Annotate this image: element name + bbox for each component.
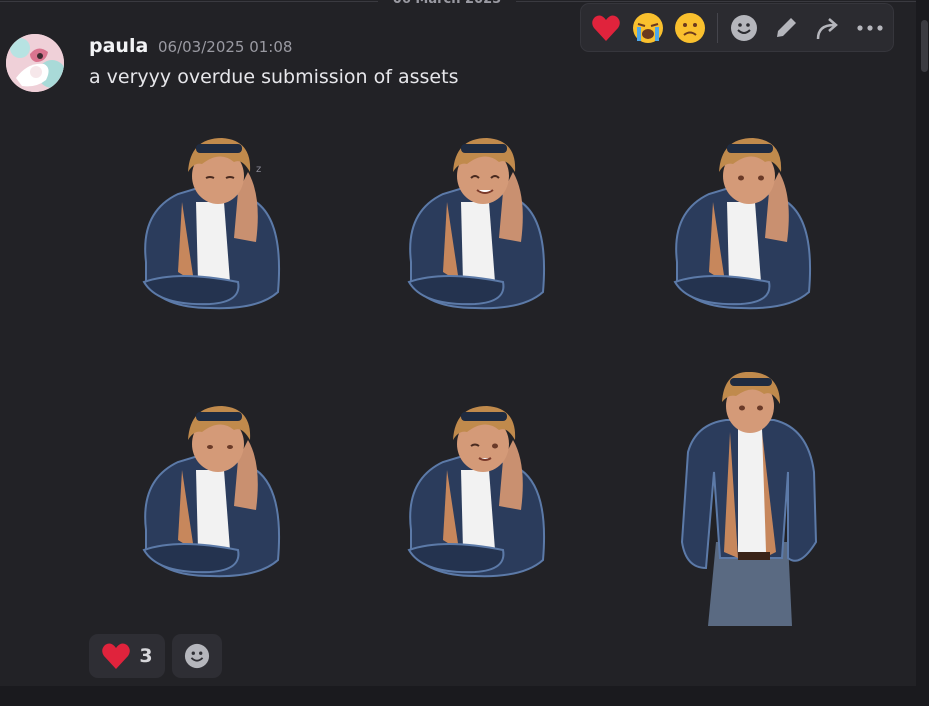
action-bar-separator — [717, 13, 718, 43]
smiley-icon — [184, 643, 210, 669]
attachment-image-6[interactable] — [676, 372, 822, 626]
reaction-count: 3 — [139, 645, 153, 667]
svg-text:z: z — [256, 164, 261, 175]
message-text: a veryyy overdue submission of assets — [89, 66, 459, 88]
attachment-image-1[interactable]: z — [138, 132, 286, 312]
add-reaction-button[interactable] — [172, 634, 222, 678]
attachment-image-3[interactable] — [669, 132, 817, 312]
date-divider-line-right — [516, 1, 916, 2]
pencil-icon — [777, 18, 796, 37]
attachment-image-4[interactable] — [138, 400, 286, 580]
scrollbar-thumb[interactable] — [921, 20, 928, 72]
crying-face-icon — [633, 13, 663, 43]
forward-button[interactable] — [811, 11, 845, 45]
smiley-icon — [731, 15, 757, 41]
heart-icon — [102, 643, 131, 669]
username[interactable]: paula — [89, 35, 148, 57]
heart-emoji-button[interactable] — [589, 11, 623, 45]
message-action-bar — [580, 3, 894, 52]
scrollbar-track[interactable] — [918, 0, 929, 706]
more-options-button[interactable] — [853, 11, 887, 45]
heart-icon — [592, 15, 620, 41]
attachment-image-5[interactable] — [403, 400, 551, 580]
add-reaction-button[interactable] — [727, 11, 761, 45]
edit-button[interactable] — [769, 11, 803, 45]
date-divider: 06 March 2025 — [372, 0, 522, 8]
date-divider-line-left — [0, 1, 378, 2]
message-timestamp: 06/03/2025 01:08 — [158, 38, 293, 56]
attachment-image-2[interactable] — [403, 132, 551, 312]
frowning-emoji-button[interactable] — [673, 11, 707, 45]
reaction-heart[interactable]: 3 — [89, 634, 165, 678]
frowning-face-icon — [675, 13, 705, 43]
crying-emoji-button[interactable] — [631, 11, 665, 45]
more-icon — [857, 25, 883, 31]
chat-view: 06 March 2025 paula 06/03/2025 01:08 a v… — [0, 0, 929, 706]
forward-icon — [816, 18, 838, 40]
avatar[interactable] — [6, 34, 64, 92]
